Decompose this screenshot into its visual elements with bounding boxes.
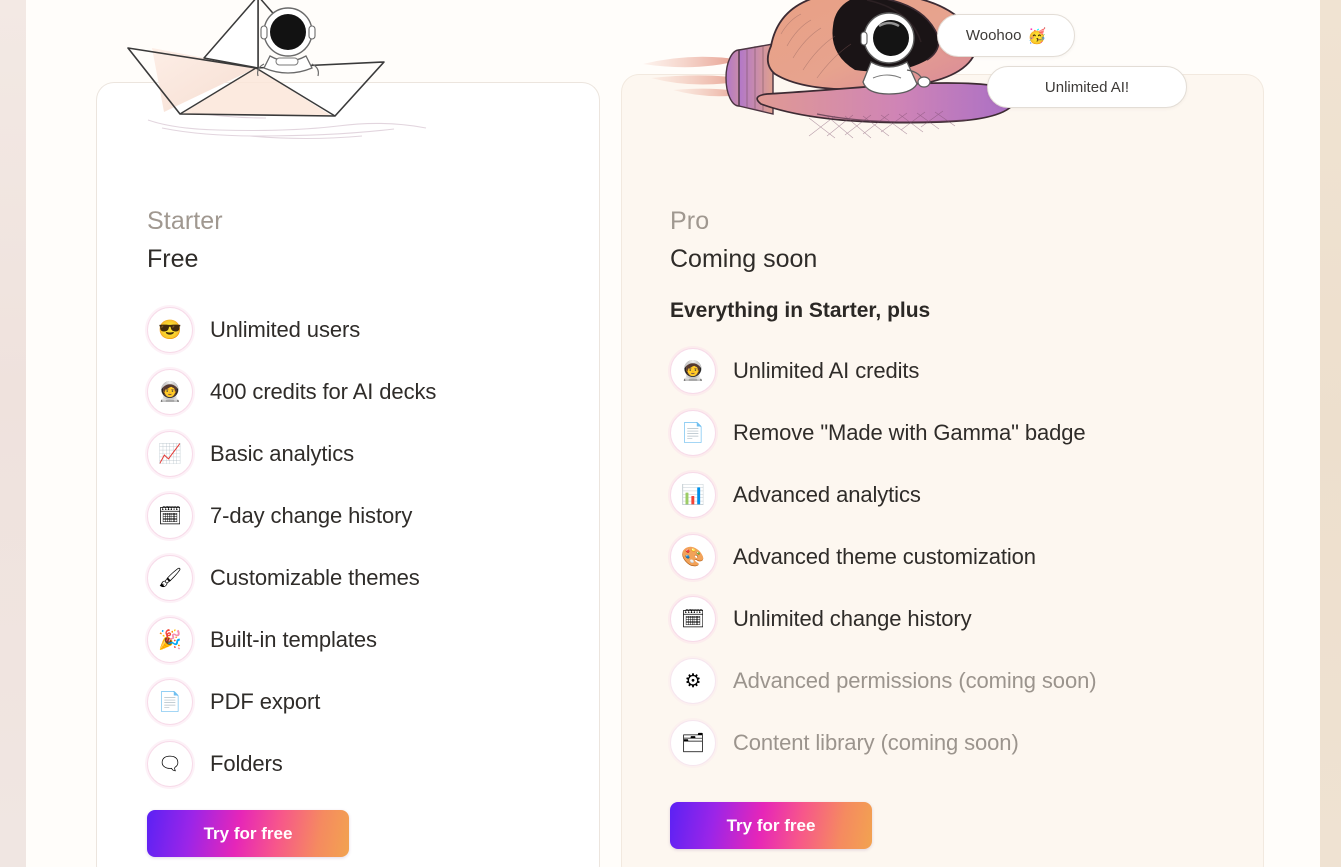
feature-label: Unlimited change history [733, 606, 972, 632]
feature-label: PDF export [210, 689, 321, 715]
feature-label: Advanced theme customization [733, 544, 1036, 570]
feature-item: 📄 PDF export [147, 671, 587, 733]
page-left-edge-strip [0, 0, 26, 867]
feature-item: 😎 Unlimited users [147, 299, 587, 361]
plan-name-starter: Starter [147, 207, 223, 235]
feature-label: Remove "Made with Gamma" badge [733, 420, 1086, 446]
plan-subheading-pro: Everything in Starter, plus [670, 299, 931, 322]
feature-label: 7-day change history [210, 503, 413, 529]
page-right-edge-strip [1320, 0, 1341, 867]
feature-label: Folders [210, 751, 283, 777]
feature-item: 🖌 Customizable themes [147, 547, 587, 609]
page-facing-up-emoji-icon: 📄 [670, 410, 716, 457]
plan-name-pro: Pro [670, 207, 710, 235]
astronaut-emoji-icon: 🧑‍🚀 [147, 369, 193, 415]
plan-price-pro: Coming soon [670, 244, 818, 273]
bar-chart-emoji-icon: 📊 [670, 472, 716, 519]
chart-increasing-emoji-icon: 📈 [147, 431, 193, 477]
speech-balloon-emoji-icon: 🗨 [147, 741, 193, 787]
unlimited-ai-bubble-text: Unlimited AI! [1044, 78, 1130, 96]
feature-item: 📄 Remove "Made with Gamma" badge [670, 402, 1230, 464]
woohoo-bubble-text: Woohoo [965, 27, 1022, 44]
try-for-free-button-starter[interactable]: Try for free [147, 810, 349, 857]
partying-face-emoji: 🥳 [1027, 27, 1047, 45]
feature-list-starter: 😎 Unlimited users 🧑‍🚀 400 credits for AI… [147, 299, 587, 795]
feature-item: ⚙ Advanced permissions (coming soon) [670, 650, 1230, 712]
feature-item: 🗨 Folders [147, 733, 587, 795]
feature-label: Basic analytics [210, 441, 355, 467]
feature-label: Advanced analytics [733, 482, 921, 508]
feature-item: 🗂 Content library (coming soon) [670, 712, 1230, 774]
feature-label: Content library (coming soon) [733, 730, 1019, 756]
plan-content-pro: Pro Coming soon Everything in Starter, p… [670, 207, 1230, 774]
feature-item: 🎨 Advanced theme customization [670, 526, 1230, 588]
feature-label: Unlimited users [210, 317, 361, 343]
spiral-calendar-emoji-icon: 🗓 [147, 493, 193, 539]
pricing-page-canvas: Woohoo 🥳 Unlimited AI! Starter Free 😎 Un… [26, 0, 1320, 867]
gear-emoji-icon: ⚙ [670, 658, 716, 705]
feature-label: Built-in templates [210, 627, 377, 653]
plan-price-starter: Free [147, 244, 199, 273]
feature-item: 🧑‍🚀 400 credits for AI decks [147, 361, 587, 423]
try-for-free-button-pro[interactable]: Try for free [670, 802, 872, 849]
plan-content-starter: Starter Free 😎 Unlimited users 🧑‍🚀 400 c… [147, 207, 587, 795]
feature-item: 🗓 Unlimited change history [670, 588, 1230, 650]
party-popper-emoji-icon: 🎉 [147, 617, 193, 663]
feature-item: 🧑‍🚀 Unlimited AI credits [670, 340, 1230, 402]
feature-label: 400 credits for AI decks [210, 379, 437, 405]
feature-label: Unlimited AI credits [733, 358, 920, 384]
page-facing-up-emoji-icon: 📄 [147, 679, 193, 725]
feature-item: 🗓 7-day change history [147, 485, 587, 547]
feature-item: 🎉 Built-in templates [147, 609, 587, 671]
feature-item: 📊 Advanced analytics [670, 464, 1230, 526]
astronaut-emoji-icon: 🧑‍🚀 [670, 348, 716, 395]
feature-list-pro: 🧑‍🚀 Unlimited AI credits 📄 Remove "Made … [670, 340, 1230, 774]
card-index-dividers-emoji-icon: 🗂 [670, 720, 716, 767]
feature-label: Customizable themes [210, 565, 420, 591]
unlimited-ai-bubble: Unlimited AI! [987, 66, 1187, 108]
feature-label: Advanced permissions (coming soon) [733, 668, 1097, 694]
artist-palette-emoji-icon: 🎨 [670, 534, 716, 581]
woohoo-bubble: Woohoo 🥳 [937, 14, 1075, 57]
spiral-calendar-emoji-icon: 🗓 [670, 596, 716, 643]
sunglasses-face-emoji-icon: 😎 [147, 307, 193, 353]
paintbrush-emoji-icon: 🖌 [147, 555, 193, 601]
feature-item: 📈 Basic analytics [147, 423, 587, 485]
